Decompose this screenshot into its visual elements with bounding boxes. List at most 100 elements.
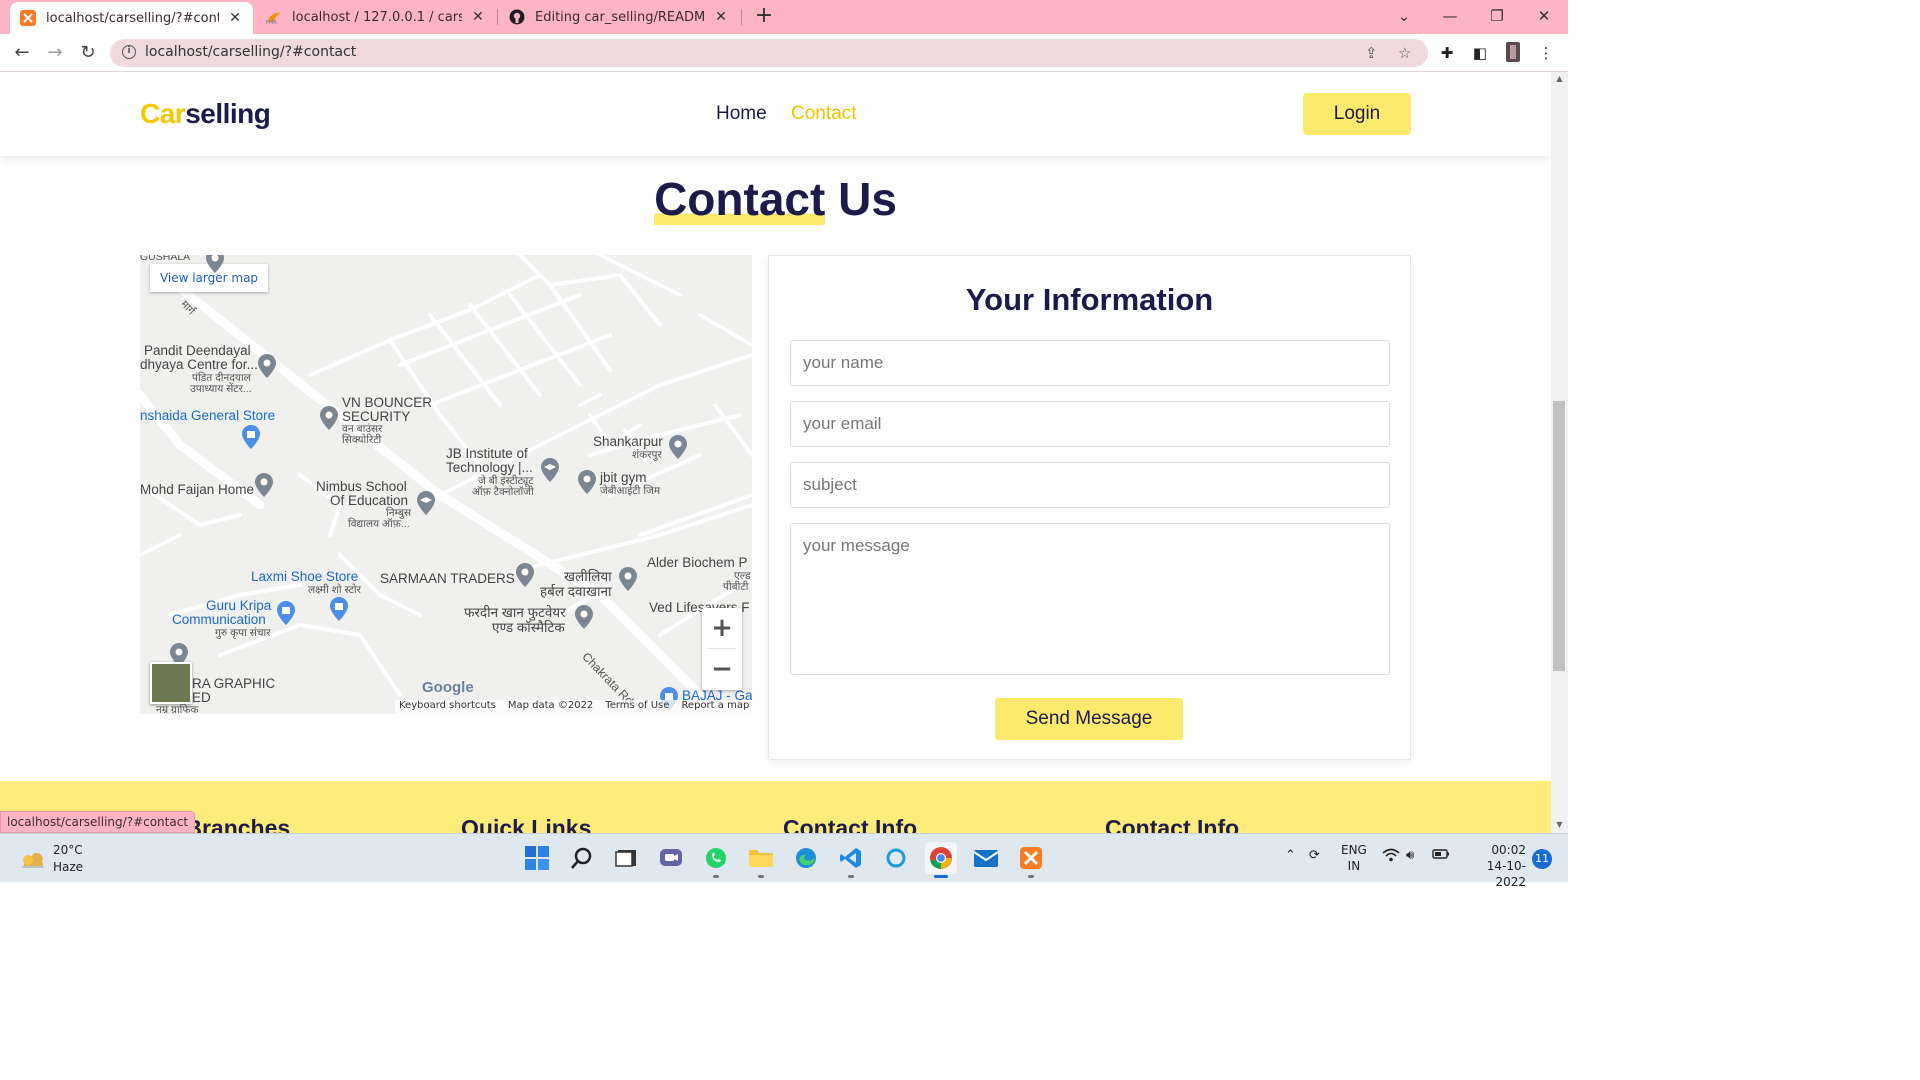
tab-search-icon[interactable]: ⌄	[1384, 4, 1424, 28]
teams-chat-icon[interactable]	[655, 842, 687, 874]
xampp-icon	[20, 10, 36, 26]
map-pin-icon[interactable]	[669, 435, 687, 459]
site-logo[interactable]: Carselling	[140, 98, 271, 130]
map-label: ऑफ़ टैक्नोलॉजी	[472, 486, 534, 498]
search-icon[interactable]	[566, 842, 598, 874]
map-pin-icon[interactable]	[255, 473, 273, 497]
mail-icon[interactable]	[970, 842, 1002, 874]
notification-badge[interactable]: 11	[1532, 849, 1552, 869]
vscode-icon[interactable]	[835, 842, 867, 878]
tab-github-readme[interactable]: Editing car_selling/README.md a ✕	[499, 0, 739, 34]
minimize-icon[interactable]: —	[1430, 4, 1470, 28]
cortana-icon[interactable]	[880, 842, 912, 874]
map-pin-icon[interactable]	[575, 605, 593, 629]
edge-icon[interactable]	[790, 842, 822, 874]
school-pin-icon[interactable]	[541, 458, 559, 482]
close-icon[interactable]: ✕	[227, 10, 243, 26]
scroll-up-icon[interactable]: ▲	[1551, 72, 1568, 86]
footer-heading-contact-info-2: Contact Info	[1105, 815, 1240, 833]
contact-form-card: Your Information Send Message	[768, 255, 1411, 760]
file-explorer-icon[interactable]	[745, 842, 777, 878]
map-label: हर्बल दवाखाना	[540, 584, 612, 599]
close-icon[interactable]: ✕	[713, 9, 729, 25]
school-pin-icon[interactable]	[417, 491, 435, 515]
map-label: Of Education	[330, 493, 409, 508]
map-pin-icon[interactable]	[258, 354, 276, 378]
scroll-down-icon[interactable]: ▼	[1551, 818, 1568, 832]
volume-icon[interactable]: 🔊︎	[1406, 848, 1414, 863]
weather-description[interactable]: Haze	[53, 860, 83, 874]
zoom-in-icon[interactable]: +	[702, 608, 742, 648]
shopping-pin-icon[interactable]	[277, 601, 295, 625]
extensions-puzzle-icon[interactable]: ✚	[1436, 42, 1458, 64]
close-icon[interactable]: ✕	[470, 9, 486, 25]
report-map-error-link[interactable]: Report a map error	[681, 700, 752, 711]
share-icon[interactable]: ⇪	[1365, 44, 1378, 62]
reload-icon[interactable]: ↻	[76, 42, 100, 64]
map-pin-icon[interactable]	[516, 563, 534, 587]
link-status-bubble: localhost/carselling/?#contact	[0, 811, 196, 833]
side-panel-icon[interactable]: ◧	[1469, 42, 1491, 64]
scrollbar-thumb[interactable]	[1553, 401, 1565, 671]
map-pin-icon[interactable]	[206, 255, 224, 273]
chrome-menu-icon[interactable]: ⋮	[1535, 42, 1557, 64]
shopping-pin-icon[interactable]	[242, 425, 260, 449]
chrome-icon[interactable]	[925, 842, 957, 878]
tab-carselling-contact[interactable]: localhost/carselling/?#contact ✕	[10, 2, 253, 34]
message-textarea[interactable]	[790, 523, 1390, 675]
tab-separator	[497, 9, 498, 25]
map-label: Mohd Faijan Home	[140, 482, 255, 497]
forward-icon[interactable]: →	[43, 42, 67, 64]
clock-time: 00:02	[1491, 843, 1526, 857]
url-text[interactable]: localhost/carselling/?#contact	[145, 44, 356, 60]
system-clock[interactable]: 00:02 14-10-2022	[1462, 842, 1526, 890]
logo-accent: Car	[140, 98, 186, 129]
map-footer: Keyboard shortcuts Map data ©2022 Terms of…	[395, 700, 752, 714]
profile-avatar[interactable]	[1502, 42, 1524, 64]
input-language[interactable]: ENG IN	[1341, 842, 1367, 874]
zoom-out-icon[interactable]: −	[702, 649, 742, 689]
back-icon[interactable]: ←	[10, 42, 34, 64]
nav-home[interactable]: Home	[716, 103, 767, 125]
page-scrollbar[interactable]: ▲ ▼	[1551, 72, 1568, 833]
terms-of-use-link[interactable]: Terms of Use	[605, 700, 669, 711]
weather-temperature[interactable]: 20°C	[53, 843, 83, 857]
tab-phpmyadmin[interactable]: PMA localhost / 127.0.0.1 / carselling /…	[256, 0, 496, 34]
satellite-view-toggle[interactable]	[150, 662, 192, 704]
map-pin-icon[interactable]	[320, 406, 338, 430]
map-label: Pandit Deendayal	[144, 343, 251, 358]
send-message-button[interactable]: Send Message	[995, 698, 1183, 740]
windows-start-icon[interactable]	[521, 842, 553, 874]
wifi-icon[interactable]	[1382, 848, 1400, 866]
map-label: Nimbus School	[316, 479, 407, 494]
map-label: लक्ष्मी शो स्टोर	[308, 584, 361, 596]
restore-icon[interactable]: ❐	[1477, 4, 1517, 28]
map-label: dhyaya Centre for...	[140, 357, 258, 372]
google-map[interactable]: View larger map GUSHALA मार्ग Pandit Dee…	[140, 255, 752, 714]
email-input[interactable]	[790, 401, 1390, 447]
shopping-pin-icon[interactable]	[330, 597, 348, 621]
region-code: IN	[1347, 859, 1361, 873]
task-view-icon[interactable]	[610, 842, 642, 874]
subject-input[interactable]	[790, 462, 1390, 508]
name-input[interactable]	[790, 340, 1390, 386]
tab-title: localhost / 127.0.0.1 / carselling /	[292, 9, 462, 25]
battery-icon[interactable]	[1432, 848, 1450, 864]
weather-haze-icon[interactable]	[18, 846, 46, 870]
sync-icon[interactable]: ⟳	[1309, 848, 1320, 863]
map-pin-icon[interactable]	[619, 567, 637, 591]
site-footer: r Branches Quick Links Contact Info Cont…	[0, 781, 1551, 833]
omnibox[interactable]: i localhost/carselling/?#contact ⇪ ☆	[110, 39, 1428, 67]
new-tab-button[interactable]: +	[753, 4, 775, 30]
login-button[interactable]: Login	[1303, 93, 1411, 135]
site-info-icon[interactable]: i	[122, 45, 136, 59]
map-pin-icon[interactable]	[578, 470, 596, 494]
window-close-icon[interactable]: ✕	[1524, 4, 1564, 28]
xampp-icon[interactable]	[1015, 842, 1047, 878]
whatsapp-icon[interactable]	[700, 842, 732, 878]
nav-contact[interactable]: Contact	[791, 103, 856, 125]
bookmark-star-icon[interactable]: ☆	[1398, 44, 1411, 62]
tray-overflow-chevron-icon[interactable]: ⌃	[1285, 848, 1296, 863]
keyboard-shortcuts-link[interactable]: Keyboard shortcuts	[399, 700, 496, 711]
browser-tab-bar: localhost/carselling/?#contact ✕ PMA loc…	[0, 0, 1568, 34]
